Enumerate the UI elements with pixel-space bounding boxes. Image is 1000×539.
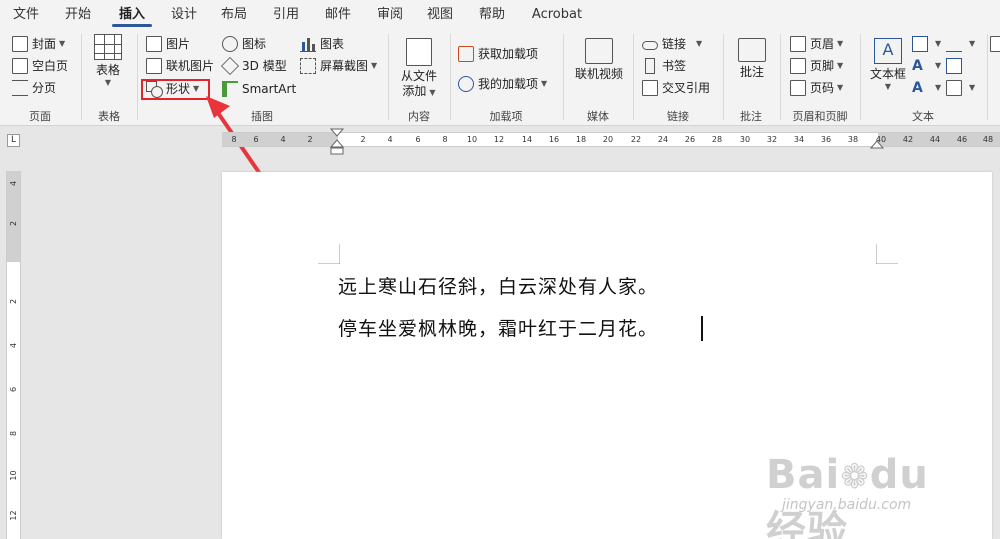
ruler-number: 8 bbox=[9, 430, 18, 437]
document-page[interactable]: 远上寒山石径斜，白云深处有人家。 停车坐爱枫林晚，霜叶红于二月花。 bbox=[222, 172, 992, 539]
vertical-ruler[interactable]: 4 2 2 4 6 8 10 12 bbox=[6, 171, 21, 539]
ruler-number: 24 bbox=[657, 135, 669, 144]
ruler-number: 44 bbox=[929, 135, 941, 144]
ruler-number: 48 bbox=[982, 135, 994, 144]
ruler-number: 32 bbox=[766, 135, 778, 144]
ruler-number: 6 bbox=[253, 135, 259, 144]
ruler-number: 10 bbox=[9, 470, 18, 481]
ruler-number: 12 bbox=[493, 135, 505, 144]
ruler-number: 2 bbox=[9, 220, 18, 227]
ruler-number: 8 bbox=[442, 135, 448, 144]
indent-marker-left[interactable] bbox=[330, 128, 344, 156]
document-line-2[interactable]: 停车坐爱枫林晚，霜叶红于二月花。 bbox=[338, 314, 658, 341]
ruler-number: 8 bbox=[231, 135, 237, 144]
ruler-number: 4 bbox=[9, 180, 18, 187]
ruler-number: 4 bbox=[280, 135, 286, 144]
ruler-number: 4 bbox=[9, 342, 18, 349]
ruler-number: 6 bbox=[415, 135, 421, 144]
ruler-number: 2 bbox=[307, 135, 313, 144]
document-line-1[interactable]: 远上寒山石径斜，白云深处有人家。 bbox=[338, 272, 658, 299]
ruler-number: 20 bbox=[602, 135, 614, 144]
ruler-number: 6 bbox=[9, 386, 18, 393]
ruler-number: 38 bbox=[847, 135, 859, 144]
ruler-number: 46 bbox=[956, 135, 968, 144]
margin-mark-top-left bbox=[318, 244, 340, 264]
ruler-number: 28 bbox=[711, 135, 723, 144]
ruler-number: 16 bbox=[548, 135, 560, 144]
ruler-number: 18 bbox=[575, 135, 587, 144]
ruler-number: 26 bbox=[684, 135, 696, 144]
margin-mark-top-right bbox=[876, 244, 898, 264]
text-cursor bbox=[701, 316, 703, 341]
ruler-number: 34 bbox=[793, 135, 805, 144]
ruler-number: 12 bbox=[9, 510, 18, 521]
ruler-number: 2 bbox=[9, 298, 18, 305]
ruler-number: 2 bbox=[360, 135, 366, 144]
ruler-number: 10 bbox=[466, 135, 478, 144]
ruler-number: 22 bbox=[630, 135, 642, 144]
ruler-number: 14 bbox=[521, 135, 533, 144]
ruler-number: 30 bbox=[739, 135, 751, 144]
ruler-number: 36 bbox=[820, 135, 832, 144]
tab-selector[interactable]: L bbox=[7, 134, 20, 147]
ruler-number: 4 bbox=[387, 135, 393, 144]
indent-marker-right[interactable] bbox=[870, 138, 884, 150]
ruler-number: 42 bbox=[902, 135, 914, 144]
